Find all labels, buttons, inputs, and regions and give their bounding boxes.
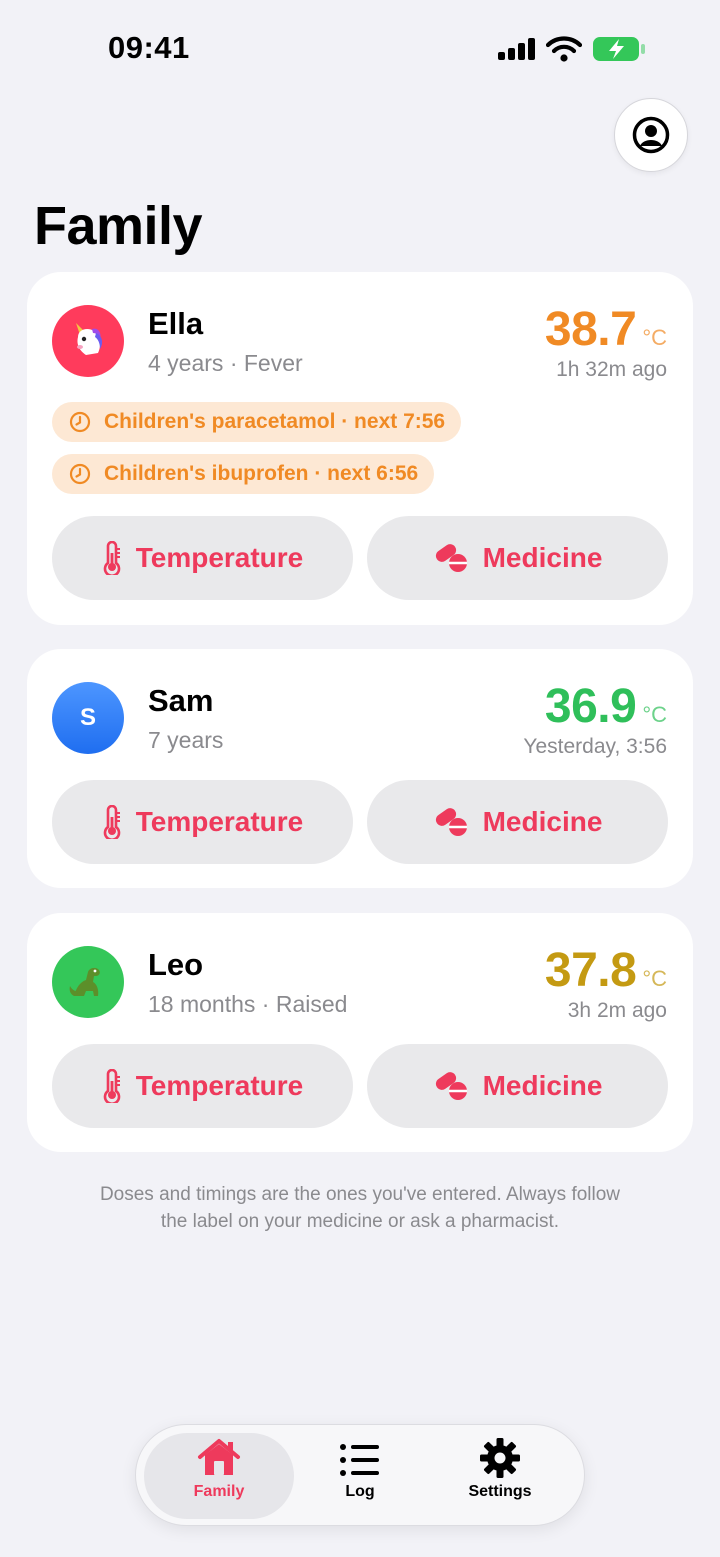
clock-icon bbox=[69, 463, 91, 485]
dinosaur-icon bbox=[69, 967, 100, 996]
child-subtitle: 4 years · Fever bbox=[148, 350, 303, 376]
child-card-ella[interactable]: Ella 4 years · Fever 38.7 °C 1h 32m ago … bbox=[27, 272, 693, 625]
log-temperature-button[interactable]: Temperature bbox=[52, 780, 353, 864]
temperature-reading: 37.8 °C bbox=[545, 943, 667, 998]
temperature-unit: °C bbox=[642, 325, 667, 350]
cellular-signal-icon bbox=[498, 38, 535, 60]
temperature-button-label: Temperature bbox=[135, 806, 304, 837]
medicine-reminder: Children's paracetamol · next 7:56 bbox=[52, 402, 462, 442]
pills-icon bbox=[435, 808, 467, 836]
thermometer-icon bbox=[103, 805, 120, 839]
temperature-button-label: Temperature bbox=[135, 542, 304, 573]
medicine-reminder: Children's ibuprofen · next 6:56 bbox=[52, 454, 435, 494]
child-name: Ella bbox=[148, 306, 204, 341]
medicine-button-label: Medicine bbox=[482, 1070, 603, 1101]
clock-icon bbox=[69, 411, 91, 433]
temperature-value: 36.9 bbox=[544, 680, 637, 733]
thermometer-icon bbox=[103, 541, 120, 575]
temperature-unit: °C bbox=[642, 966, 667, 991]
gear-icon bbox=[480, 1438, 520, 1478]
unicorn-icon bbox=[76, 323, 103, 355]
log-medicine-button[interactable]: Medicine bbox=[367, 780, 668, 864]
pills-icon bbox=[435, 1072, 467, 1100]
medicine-button-label: Medicine bbox=[482, 806, 603, 837]
temperature-value: 38.7 bbox=[544, 303, 637, 356]
status-bar: 09:41 bbox=[0, 0, 720, 100]
temperature-button-label: Temperature bbox=[135, 1070, 304, 1101]
disclaimer-line: the label on your medicine or ask a phar… bbox=[160, 1211, 560, 1232]
avatar bbox=[52, 305, 124, 377]
child-name: Sam bbox=[148, 683, 214, 718]
tab-log[interactable]: Log bbox=[285, 1433, 435, 1519]
medicine-button-label: Medicine bbox=[482, 542, 603, 573]
avatar-initial: S bbox=[79, 704, 96, 731]
log-medicine-button[interactable]: Medicine bbox=[367, 1044, 668, 1128]
list-icon bbox=[340, 1444, 379, 1476]
tab-family[interactable]: Family bbox=[144, 1433, 294, 1519]
temperature-reading: 36.9 °C bbox=[545, 679, 667, 734]
last-reading-time: Yesterday, 3:56 bbox=[523, 735, 667, 758]
status-icons bbox=[498, 36, 646, 62]
child-subtitle: 7 years bbox=[148, 727, 224, 753]
tab-label: Family bbox=[193, 1483, 245, 1500]
reminder-text: Children's paracetamol · next 7:56 bbox=[104, 410, 446, 433]
tab-settings[interactable]: Settings bbox=[425, 1433, 575, 1519]
medical-disclaimer: Doses and timings are the ones you've en… bbox=[40, 1181, 680, 1235]
child-subtitle: 18 months · Raised bbox=[148, 991, 348, 1017]
person-circle-icon bbox=[632, 116, 670, 154]
status-time: 09:41 bbox=[108, 30, 190, 65]
tab-bar: Family Log Settings bbox=[135, 1424, 585, 1526]
tab-label: Log bbox=[345, 1483, 375, 1500]
profile-button[interactable] bbox=[614, 98, 688, 172]
child-name: Leo bbox=[148, 947, 204, 982]
house-icon bbox=[198, 1439, 240, 1475]
temperature-reading: 38.7 °C bbox=[545, 302, 667, 357]
log-temperature-button[interactable]: Temperature bbox=[52, 1044, 353, 1128]
page-title: Family bbox=[34, 196, 203, 256]
avatar: S bbox=[52, 682, 124, 754]
temperature-value: 37.8 bbox=[544, 944, 637, 997]
temperature-unit: °C bbox=[642, 702, 667, 727]
reminder-text: Children's ibuprofen · next 6:56 bbox=[104, 462, 419, 485]
last-reading-time: 1h 32m ago bbox=[556, 358, 667, 381]
child-card-sam[interactable]: S Sam 7 years 36.9 °C Yesterday, 3:56 Te… bbox=[27, 649, 693, 888]
last-reading-time: 3h 2m ago bbox=[567, 999, 667, 1022]
pills-icon bbox=[435, 544, 467, 572]
battery-charging-icon bbox=[593, 37, 645, 61]
thermometer-icon bbox=[103, 1069, 120, 1103]
log-temperature-button[interactable]: Temperature bbox=[52, 516, 353, 600]
child-card-leo[interactable]: Leo 18 months · Raised 37.8 °C 3h 2m ago… bbox=[27, 913, 693, 1152]
disclaimer-line: Doses and timings are the ones you've en… bbox=[99, 1184, 621, 1205]
wifi-icon bbox=[546, 36, 582, 62]
log-medicine-button[interactable]: Medicine bbox=[367, 516, 668, 600]
avatar bbox=[52, 946, 124, 1018]
tab-label: Settings bbox=[468, 1483, 532, 1500]
